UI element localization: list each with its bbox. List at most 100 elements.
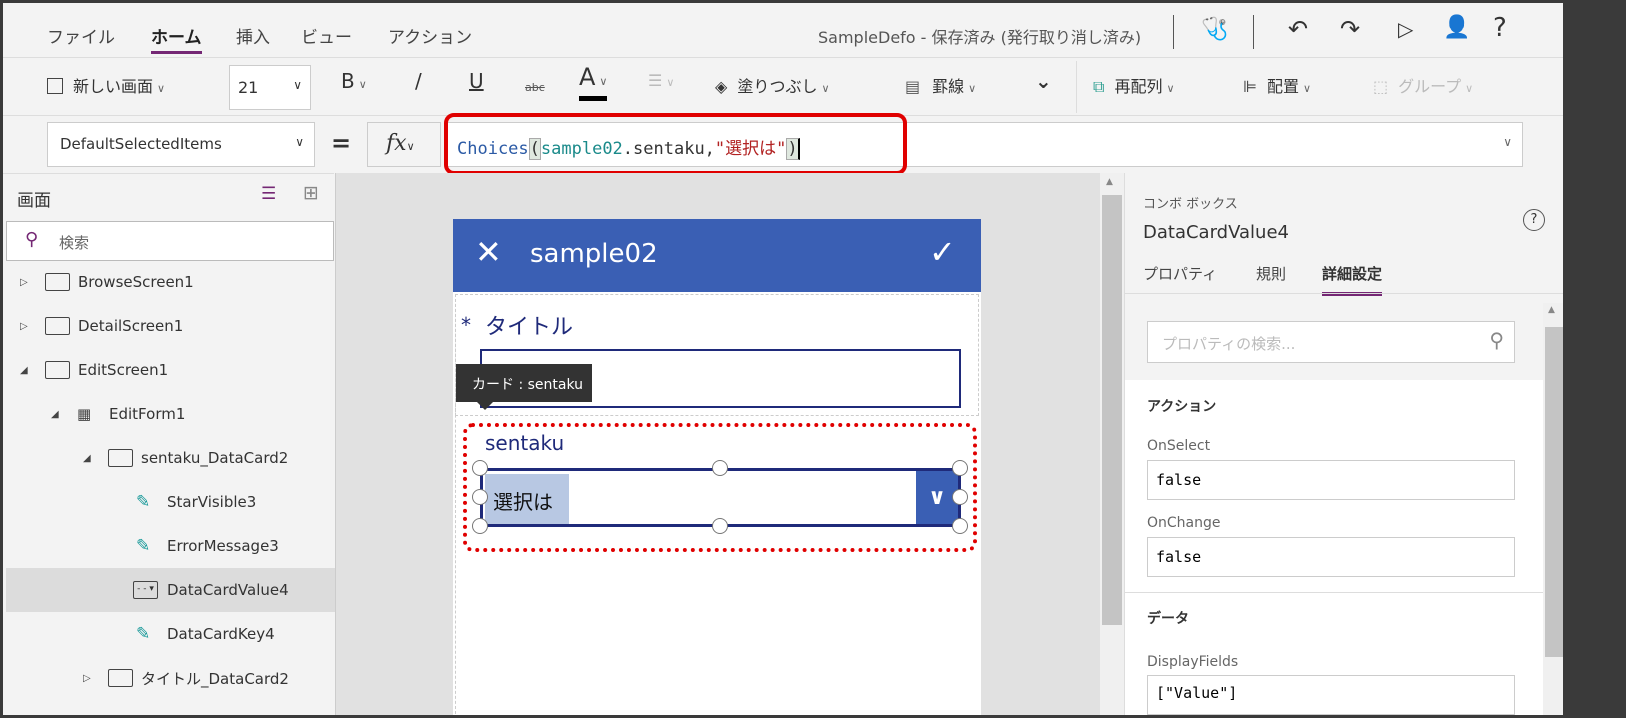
- tab-insert[interactable]: 挿入: [236, 23, 270, 48]
- onselect-label: OnSelect: [1147, 438, 1211, 454]
- resize-handle[interactable]: [472, 518, 488, 534]
- tooltip-arrow: [477, 402, 493, 410]
- control-name: DataCardValue4: [1143, 222, 1289, 243]
- group-icon: ⬚: [1373, 77, 1389, 96]
- powerapps-studio: ファイル ホーム 挿入 ビュー アクション SampleDefo - 保存済み …: [3, 3, 1563, 715]
- app-screen: ✕ sample02 ✓ * タイトル カード : sentaku sentak…: [453, 219, 981, 715]
- font-color-button[interactable]: A ∨: [579, 63, 608, 101]
- resize-handle[interactable]: [952, 518, 968, 534]
- help-icon[interactable]: ?: [1493, 13, 1507, 43]
- more-chevron-icon[interactable]: ⌄: [1035, 69, 1052, 93]
- add-user-icon[interactable]: 👤: [1443, 15, 1470, 40]
- tree-view-panel: 画面 ☰ ⊞ ⚲ 検索 ▷ BrowseScreen1 ▷ DetailScreen…: [3, 173, 336, 715]
- required-star: *: [461, 313, 471, 337]
- properties-list: アクション OnSelect false OnChange false データ …: [1125, 380, 1543, 715]
- tree-item-title-datacard2[interactable]: ▷ タイトル_DataCard2: [3, 656, 333, 700]
- strikethrough-button[interactable]: abc: [525, 81, 545, 94]
- font-size-dropdown[interactable]: 21 ∨: [229, 65, 311, 110]
- selected-item-chip[interactable]: 選択は: [485, 474, 569, 524]
- tree-item-browsescreen1[interactable]: ▷ BrowseScreen1: [3, 260, 333, 304]
- onselect-input[interactable]: false: [1147, 460, 1515, 500]
- search-icon: ⚲: [1489, 328, 1504, 352]
- form-title: sample02: [530, 239, 658, 269]
- tree-search-input[interactable]: ⚲ 検索: [6, 221, 334, 261]
- new-screen-button[interactable]: 新しい画面 ∨: [47, 73, 165, 97]
- displayfields-label: DisplayFields: [1147, 654, 1239, 670]
- divider: [1173, 15, 1174, 49]
- new-screen-icon: [47, 78, 63, 94]
- displayfields-input[interactable]: ["Value"]: [1147, 675, 1515, 715]
- card-tooltip: カード : sentaku: [456, 364, 592, 402]
- divider: [1125, 293, 1563, 294]
- tree-view-icon[interactable]: ☰: [261, 184, 276, 204]
- onchange-input[interactable]: false: [1147, 537, 1515, 577]
- formula-text: Choices(sample02.sentaku,"選択は"): [457, 138, 800, 160]
- stethoscope-icon[interactable]: 🩺: [1201, 17, 1228, 42]
- play-icon[interactable]: ▷: [1398, 17, 1413, 41]
- section-data: データ: [1147, 611, 1189, 627]
- undo-icon[interactable]: ↶: [1288, 15, 1308, 43]
- property-dropdown[interactable]: DefaultSelectedItems ∨: [47, 122, 315, 167]
- tab-properties[interactable]: プロパティ: [1143, 263, 1217, 284]
- property-value: DefaultSelectedItems: [60, 135, 222, 153]
- onchange-label: OnChange: [1147, 515, 1221, 531]
- italic-button[interactable]: /: [415, 69, 422, 93]
- tab-home[interactable]: ホーム: [151, 23, 202, 54]
- property-search-placeholder: プロパティの検索...: [1162, 335, 1296, 353]
- control-type: コンボ ボックス: [1143, 197, 1238, 212]
- align-button[interactable]: ⊫ 配置 ∨: [1243, 73, 1311, 97]
- new-screen-label: 新しい画面: [73, 77, 154, 96]
- search-placeholder: 検索: [59, 234, 90, 252]
- tree-item-starvisible3[interactable]: ✎ StarVisible3: [3, 480, 333, 524]
- border-icon: ▤: [905, 77, 921, 96]
- canvas-scrollbar[interactable]: ▲: [1100, 173, 1124, 715]
- close-icon[interactable]: ✕: [475, 233, 502, 271]
- tree-item-sentaku-datacard2[interactable]: ◢ sentaku_DataCard2: [3, 436, 333, 480]
- expand-formula-icon[interactable]: ∨: [1503, 135, 1512, 149]
- tab-rules[interactable]: 規則: [1256, 263, 1286, 284]
- sentaku-label: sentaku: [485, 431, 565, 455]
- tree-title: 画面: [17, 191, 51, 211]
- thumbnail-view-icon[interactable]: ⊞: [303, 182, 319, 204]
- border-button[interactable]: ▤ 罫線 ∨: [905, 73, 976, 97]
- divider: [1253, 15, 1254, 49]
- fx-button[interactable]: fx∨: [367, 122, 441, 167]
- group-button[interactable]: ⬚ グループ ∨: [1373, 73, 1473, 97]
- property-search-input[interactable]: プロパティの検索... ⚲: [1147, 321, 1515, 363]
- reorder-button[interactable]: ⧉ 再配列 ∨: [1093, 73, 1175, 97]
- search-icon: ⚲: [25, 229, 39, 250]
- tree-item-detailscreen1[interactable]: ▷ DetailScreen1: [3, 304, 333, 348]
- tab-file[interactable]: ファイル: [47, 23, 115, 48]
- resize-handle[interactable]: [712, 518, 728, 534]
- resize-handle[interactable]: [472, 460, 488, 476]
- redo-icon[interactable]: ↷: [1340, 15, 1360, 43]
- section-action: アクション: [1147, 399, 1217, 415]
- underline-button[interactable]: U: [469, 69, 484, 93]
- tab-view[interactable]: ビュー: [301, 23, 352, 48]
- resize-handle[interactable]: [952, 489, 968, 505]
- tree-item-errormessage3[interactable]: ✎ ErrorMessage3: [3, 524, 333, 568]
- tab-action[interactable]: アクション: [388, 23, 472, 48]
- align-icon: ⊫: [1243, 77, 1257, 96]
- tree-item-datacardkey4[interactable]: ✎ DataCardKey4: [3, 612, 333, 656]
- tree-item-datacardvalue4[interactable]: - - ▾ DataCardValue4: [6, 568, 336, 612]
- bold-button[interactable]: B ∨: [341, 69, 367, 93]
- resize-handle[interactable]: [712, 460, 728, 476]
- divider: [1076, 61, 1077, 113]
- panel-scrollbar[interactable]: ▲: [1543, 303, 1563, 715]
- form-header: ✕ sample02 ✓: [453, 219, 981, 292]
- tab-advanced[interactable]: 詳細設定: [1322, 263, 1383, 296]
- tree-item-editscreen1[interactable]: ◢ EditScreen1: [3, 348, 333, 392]
- divider: [1125, 592, 1543, 593]
- resize-handle[interactable]: [472, 489, 488, 505]
- tree-item-editform1[interactable]: ◢ ▦ EditForm1: [3, 392, 333, 436]
- document-title: SampleDefo - 保存済み (発行取り消し済み): [818, 28, 1142, 47]
- paint-bucket-icon: ◈: [715, 77, 728, 96]
- equals-sign: =: [331, 129, 352, 157]
- resize-handle[interactable]: [952, 460, 968, 476]
- checkmark-icon[interactable]: ✓: [929, 233, 956, 271]
- text-align-button[interactable]: ☰ ∨: [648, 71, 674, 90]
- help-icon[interactable]: ?: [1523, 209, 1545, 231]
- fill-button[interactable]: ◈ 塗りつぶし ∨: [715, 73, 830, 97]
- title-label: タイトル: [485, 315, 574, 340]
